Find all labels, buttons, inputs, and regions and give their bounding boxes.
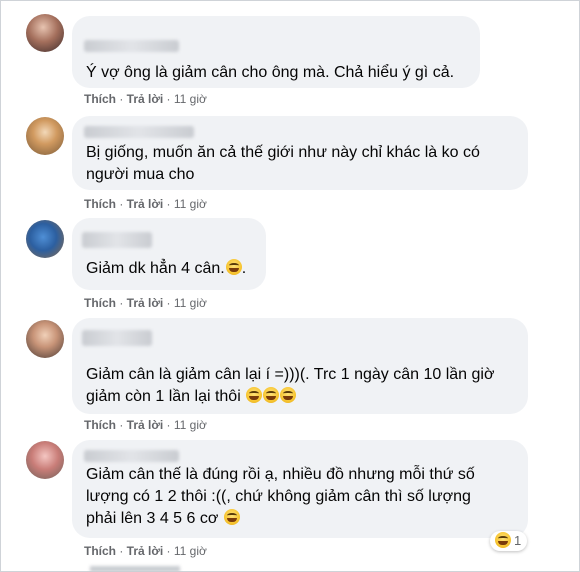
comment-actions: Thích · Trả lời · 11 giờ — [84, 544, 207, 558]
comment-text: Giảm cân là giảm cân lại í =)))(. Trc 1 … — [86, 366, 495, 405]
laughing-emoji-icon — [263, 387, 280, 403]
comment-bubble: Giảm dk hẳn 4 cân.. — [72, 218, 266, 290]
comment-text: Bị giống, muốn ăn cả thế giới như này ch… — [86, 144, 480, 183]
comment-actions: Thích · Trả lời · 11 giờ — [84, 92, 207, 106]
comment-text: Giảm dk hẳn 4 cân.. — [86, 259, 247, 277]
laughing-emoji-icon — [495, 532, 511, 548]
like-link[interactable]: Thích — [84, 197, 116, 211]
reply-link[interactable]: Trả lời — [127, 92, 164, 106]
reply-link[interactable]: Trả lời — [127, 296, 164, 310]
timestamp[interactable]: 11 giờ — [174, 544, 207, 558]
reply-link[interactable]: Trả lời — [127, 544, 164, 558]
laughing-emoji-icon — [225, 259, 242, 275]
like-link[interactable]: Thích — [84, 544, 116, 558]
laughing-emoji-icon — [246, 387, 263, 403]
blurred-author-name — [82, 330, 152, 346]
timestamp[interactable]: 11 giờ — [174, 418, 207, 432]
reply-link[interactable]: Trả lời — [127, 418, 164, 432]
avatar[interactable] — [26, 220, 64, 258]
avatar[interactable] — [26, 117, 64, 155]
avatar[interactable] — [26, 441, 64, 479]
comment-text: Giảm cân thế là đúng rồi ạ, nhiều đồ như… — [86, 466, 475, 527]
laughing-emoji-icon — [280, 387, 297, 403]
blurred-author-name — [84, 450, 179, 462]
laughing-emoji-icon — [223, 509, 240, 525]
comment-bubble: Ý vợ ông là giảm cân cho ông mà. Chả hiể… — [72, 16, 480, 88]
timestamp[interactable]: 11 giờ — [174, 197, 207, 211]
like-link[interactable]: Thích — [84, 92, 116, 106]
avatar[interactable] — [26, 320, 64, 358]
like-link[interactable]: Thích — [84, 296, 116, 310]
timestamp[interactable]: 11 giờ — [174, 92, 207, 106]
comment-actions: Thích · Trả lời · 11 giờ — [84, 197, 207, 211]
blurred-author-name — [84, 126, 194, 138]
reply-link[interactable]: Trả lời — [127, 197, 164, 211]
comment-bubble: Giảm cân thế là đúng rồi ạ, nhiều đồ như… — [72, 440, 528, 538]
like-link[interactable]: Thích — [84, 418, 116, 432]
timestamp[interactable]: 11 giờ — [174, 296, 207, 310]
comment-bubble: Bị giống, muốn ăn cả thế giới như này ch… — [72, 116, 528, 190]
comment-text: Ý vợ ông là giảm cân cho ông mà. Chả hiể… — [86, 64, 455, 81]
comment-actions: Thích · Trả lời · 11 giờ — [84, 296, 207, 310]
comment-actions: Thích · Trả lời · 11 giờ — [84, 418, 207, 432]
blurred-author-name — [84, 40, 179, 52]
avatar[interactable] — [26, 14, 64, 52]
comment-bubble: Giảm cân là giảm cân lại í =)))(. Trc 1 … — [72, 318, 528, 414]
blurred-author-name — [82, 232, 152, 248]
reaction-count-badge[interactable]: 1 — [490, 531, 528, 551]
blurred-next-comment — [90, 566, 180, 572]
